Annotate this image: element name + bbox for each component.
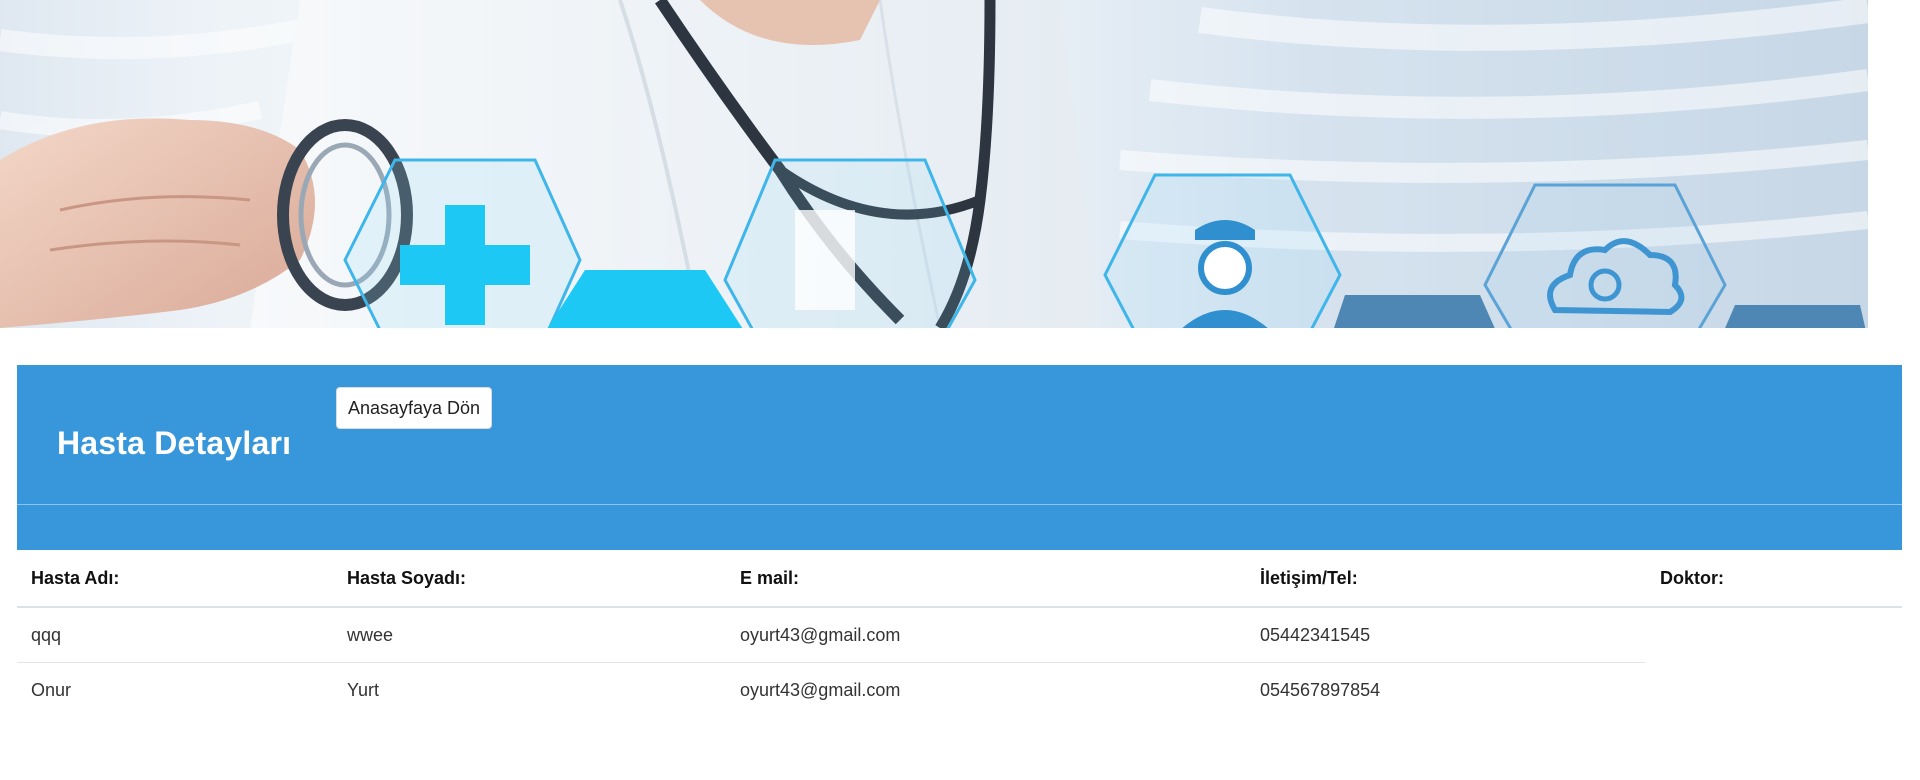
header-phone: İletişim/Tel: bbox=[1246, 550, 1646, 608]
cell-phone: 05442341545 bbox=[1246, 607, 1646, 663]
cell-last-name: Yurt bbox=[347, 679, 380, 700]
panel-header: Hasta Detayları Anasayfaya Dön bbox=[17, 365, 1902, 504]
table-header-row: Hasta Adı: Hasta Soyadı: E mail: İletişi… bbox=[17, 550, 1902, 608]
dark-shape-1 bbox=[1334, 295, 1495, 328]
table-row: qqq wwee oyurt43@gmail.com 05442341545 bbox=[17, 607, 1902, 663]
header-doctor: Doktor: bbox=[1646, 550, 1902, 608]
cell-last-name: wwee bbox=[333, 607, 726, 663]
hero-banner bbox=[0, 0, 1868, 328]
cell-email: oyurt43@gmail.com bbox=[726, 607, 1246, 663]
cell-phone: 054567897854 bbox=[1260, 679, 1381, 700]
dark-shape-2 bbox=[1725, 305, 1866, 328]
cloud-hexagon bbox=[1483, 183, 1727, 328]
cell-doctor bbox=[1646, 607, 1902, 663]
cell-first-name: Onur bbox=[31, 679, 72, 700]
header-first-name: Hasta Adı: bbox=[17, 550, 333, 608]
cell-first-name: qqq bbox=[17, 607, 333, 663]
patient-table-container: Hasta Adı: Hasta Soyadı: E mail: İletişi… bbox=[17, 550, 1902, 717]
page-title: Hasta Detayları bbox=[57, 425, 292, 461]
cell-email: oyurt43@gmail.com bbox=[740, 679, 901, 700]
hero-illustration bbox=[0, 0, 1868, 328]
header-email: E mail: bbox=[726, 550, 1246, 608]
header-last-name: Hasta Soyadı: bbox=[333, 550, 726, 608]
patient-table: Hasta Adı: Hasta Soyadı: E mail: İletişi… bbox=[17, 550, 1902, 717]
cell-doctor bbox=[1646, 663, 1902, 718]
panel-strip bbox=[17, 505, 1902, 550]
table-row: Onur Yurt oyurt43@gmail.com 054567897854 bbox=[17, 663, 1902, 718]
home-button[interactable]: Anasayfaya Dön bbox=[336, 387, 492, 429]
nurse-hexagon bbox=[1103, 173, 1342, 328]
